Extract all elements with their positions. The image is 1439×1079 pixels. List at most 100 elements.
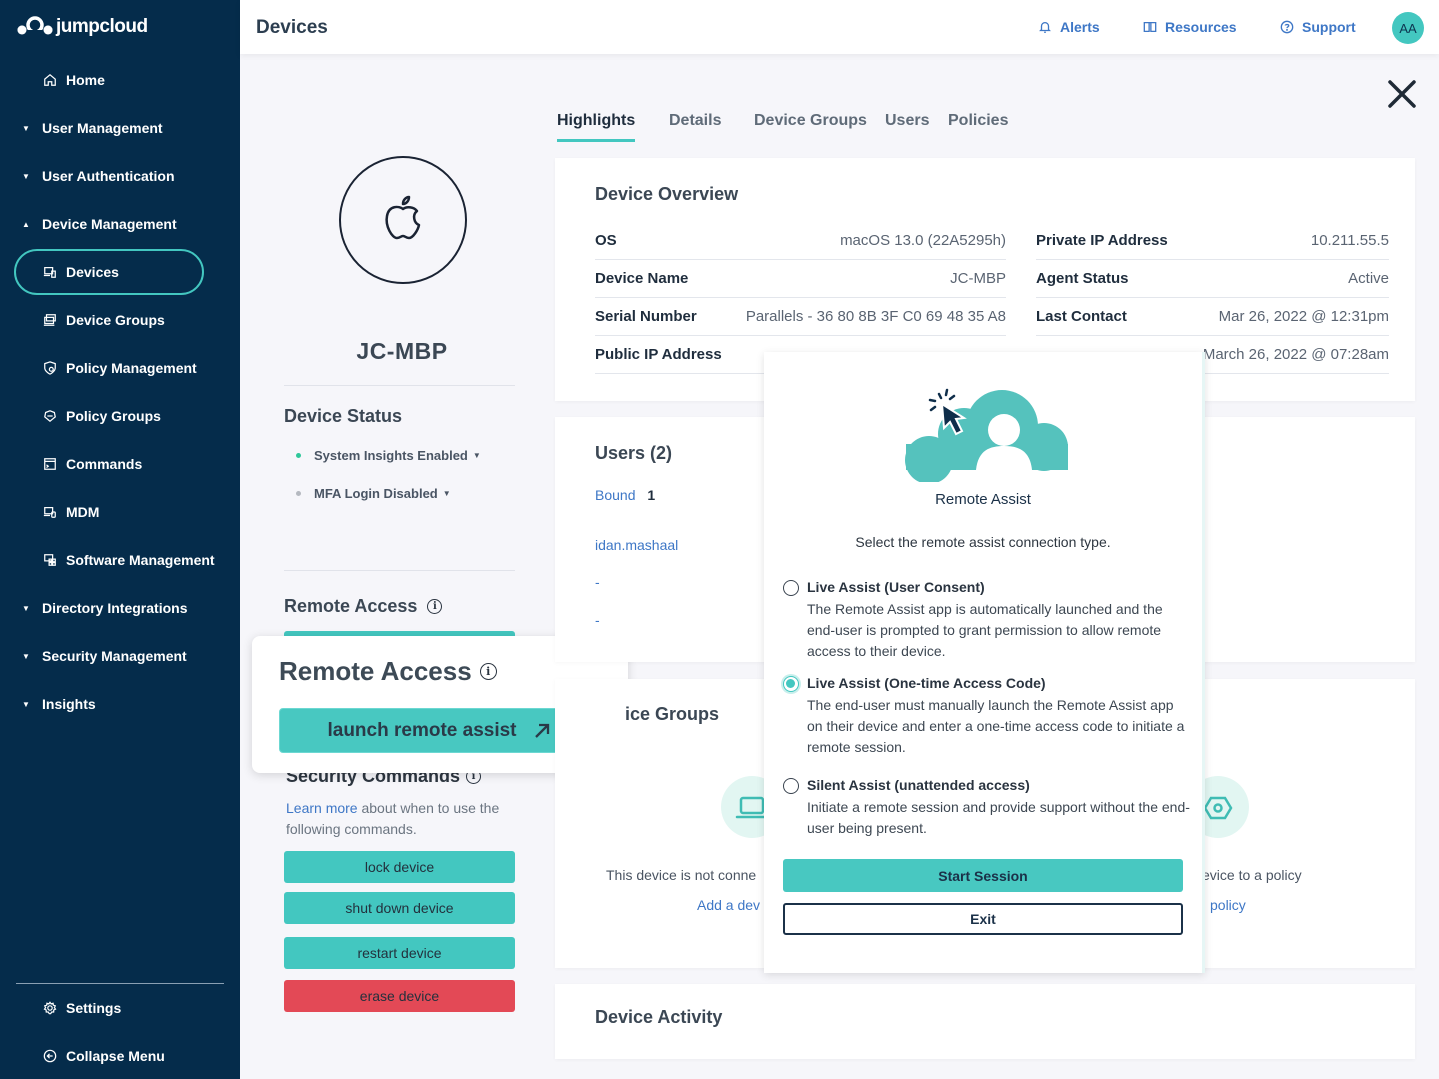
bound-count: Bound 1	[595, 487, 655, 503]
policy-groups-icon	[42, 408, 58, 424]
sidebar-item-commands[interactable]: Commands	[0, 452, 240, 476]
user-link[interactable]: -	[595, 612, 600, 628]
device-name-heading: JC-MBP	[356, 338, 448, 364]
sidebar-item-label: Home	[66, 72, 105, 88]
modal-subtitle: Select the remote assist connection type…	[855, 534, 1111, 550]
alerts-link[interactable]: Alerts	[1038, 19, 1100, 35]
overview-row-device-name: Device Name JC-MBP	[595, 260, 1006, 298]
security-commands-description: Learn more about when to use the followi…	[286, 798, 522, 840]
close-icon[interactable]	[1386, 78, 1418, 110]
row-key: Last Contact	[1036, 308, 1127, 325]
option-title: Live Assist (One-time Access Code)	[807, 675, 1046, 691]
info-icon[interactable]: i	[427, 599, 443, 614]
add-policy-link[interactable]: policy	[1210, 897, 1246, 913]
learn-more-link[interactable]: Learn more	[286, 800, 358, 816]
sidebar-item-policy-management[interactable]: Policy Management	[0, 356, 240, 380]
tab-highlights[interactable]: Highlights	[557, 112, 635, 130]
shut-down-device-button[interactable]: shut down device	[284, 892, 515, 924]
sidebar-item-devices[interactable]: Devices	[0, 260, 240, 284]
status-mfa-login[interactable]: MFA Login Disabled ▼	[296, 486, 451, 501]
remote-assist-illustration-icon	[905, 388, 1068, 482]
radio-button[interactable]	[783, 580, 799, 596]
row-key: Agent Status	[1036, 270, 1129, 287]
sidebar-item-label: Security Management	[42, 648, 187, 664]
bound-number: 1	[647, 487, 656, 503]
policies-empty-text: evice to a policy	[1202, 867, 1302, 883]
tab-users[interactable]: Users	[885, 112, 929, 130]
user-avatar[interactable]: AA	[1392, 12, 1424, 44]
book-icon	[1143, 21, 1157, 33]
sidebar-item-insights[interactable]: ▼ Insights	[0, 692, 240, 716]
sidebar-item-label: Policy Management	[66, 360, 197, 376]
sidebar-item-directory-integrations[interactable]: ▼ Directory Integrations	[0, 596, 240, 620]
tab-policies[interactable]: Policies	[948, 112, 1008, 130]
sidebar-item-policy-groups[interactable]: Policy Groups	[0, 404, 240, 428]
info-icon[interactable]: i	[479, 663, 497, 680]
home-icon	[42, 72, 58, 88]
user-link[interactable]: idan.mashaal	[595, 537, 678, 553]
sidebar-item-security-management[interactable]: ▼ Security Management	[0, 644, 240, 668]
start-session-button[interactable]: Start Session	[783, 859, 1183, 892]
sidebar-item-label: User Management	[42, 120, 163, 136]
sidebar-item-software-management[interactable]: Software Management	[0, 548, 240, 572]
device-activity-card: Device Activity	[555, 984, 1415, 1059]
row-key: Device Name	[595, 270, 689, 287]
sidebar: jumpcloud Home ▼ User Management ▼ User …	[0, 0, 240, 1079]
overview-row-os: OS macOS 13.0 (22A5295h)	[595, 222, 1006, 260]
remote-access-title-text: Remote Access	[284, 596, 418, 616]
caret-down-icon: ▼	[442, 489, 451, 498]
row-value: March 26, 2022 @ 07:28am	[1202, 346, 1389, 363]
sidebar-item-device-management[interactable]: ▲ Device Management	[0, 212, 240, 236]
row-key: Private IP Address	[1036, 232, 1168, 249]
card-title: Device Overview	[595, 184, 739, 204]
tab-device-groups[interactable]: Device Groups	[754, 112, 867, 130]
collapse-icon	[42, 1048, 58, 1064]
policy-management-icon	[42, 360, 58, 376]
status-system-insights[interactable]: System Insights Enabled ▼	[296, 448, 481, 463]
exit-button[interactable]: Exit	[783, 903, 1183, 935]
sidebar-item-label: Devices	[66, 264, 119, 280]
card-title: Device Activity	[595, 1007, 723, 1027]
sidebar-item-label: Directory Integrations	[42, 600, 188, 616]
caret-down-icon: ▼	[22, 123, 30, 133]
device-os-badge	[339, 156, 467, 284]
remote-assist-modal: Remote Assist Select the remote assist c…	[764, 352, 1205, 973]
restart-device-button[interactable]: restart device	[284, 937, 515, 969]
sidebar-item-label: Collapse Menu	[66, 1048, 165, 1064]
status-label: System Insights Enabled	[314, 448, 468, 463]
row-value: Mar 26, 2022 @ 12:31pm	[1218, 308, 1389, 325]
option-title: Live Assist (User Consent)	[807, 579, 985, 595]
bound-link[interactable]: Bound	[595, 487, 635, 503]
sidebar-item-label: MDM	[66, 504, 100, 520]
row-value: macOS 13.0 (22A5295h)	[840, 232, 1006, 249]
row-value: 10.211.55.5	[1310, 232, 1389, 249]
radio-button-selected[interactable]	[783, 676, 799, 692]
overview-row-agent-status: Agent Status Active	[1036, 260, 1389, 298]
sidebar-item-device-groups[interactable]: Device Groups	[0, 308, 240, 332]
tab-details[interactable]: Details	[669, 112, 721, 130]
launch-remote-assist-button[interactable]: launch remote assist	[279, 708, 599, 753]
sidebar-item-user-management[interactable]: ▼ User Management	[0, 116, 240, 140]
radio-button[interactable]	[783, 778, 799, 794]
erase-device-button[interactable]: erase device	[284, 980, 515, 1012]
jumpcloud-logo[interactable]: jumpcloud	[16, 16, 148, 38]
user-link[interactable]: -	[595, 574, 600, 590]
resources-link[interactable]: Resources	[1143, 19, 1237, 35]
card-title: ice Groups	[625, 704, 720, 724]
support-link[interactable]: Support	[1280, 19, 1356, 35]
row-key: Public IP Address	[595, 346, 722, 363]
status-dot-green	[296, 453, 301, 458]
remote-access-section-title: Remote Access i	[284, 596, 443, 617]
status-dot-gray	[296, 491, 301, 496]
lock-device-button[interactable]: lock device	[284, 851, 515, 883]
divider	[284, 385, 515, 386]
top-header: Devices Alerts Resources Support AA	[240, 0, 1439, 54]
add-device-group-link[interactable]: Add a dev	[697, 897, 760, 913]
caret-down-icon: ▼	[472, 451, 481, 460]
sidebar-item-label: Device Groups	[66, 312, 165, 328]
sidebar-item-user-authentication[interactable]: ▼ User Authentication	[0, 164, 240, 188]
sidebar-item-settings[interactable]: Settings	[0, 996, 240, 1020]
sidebar-item-collapse-menu[interactable]: Collapse Menu	[0, 1044, 240, 1068]
sidebar-item-home[interactable]: Home	[0, 68, 240, 92]
sidebar-item-mdm[interactable]: MDM	[0, 500, 240, 524]
